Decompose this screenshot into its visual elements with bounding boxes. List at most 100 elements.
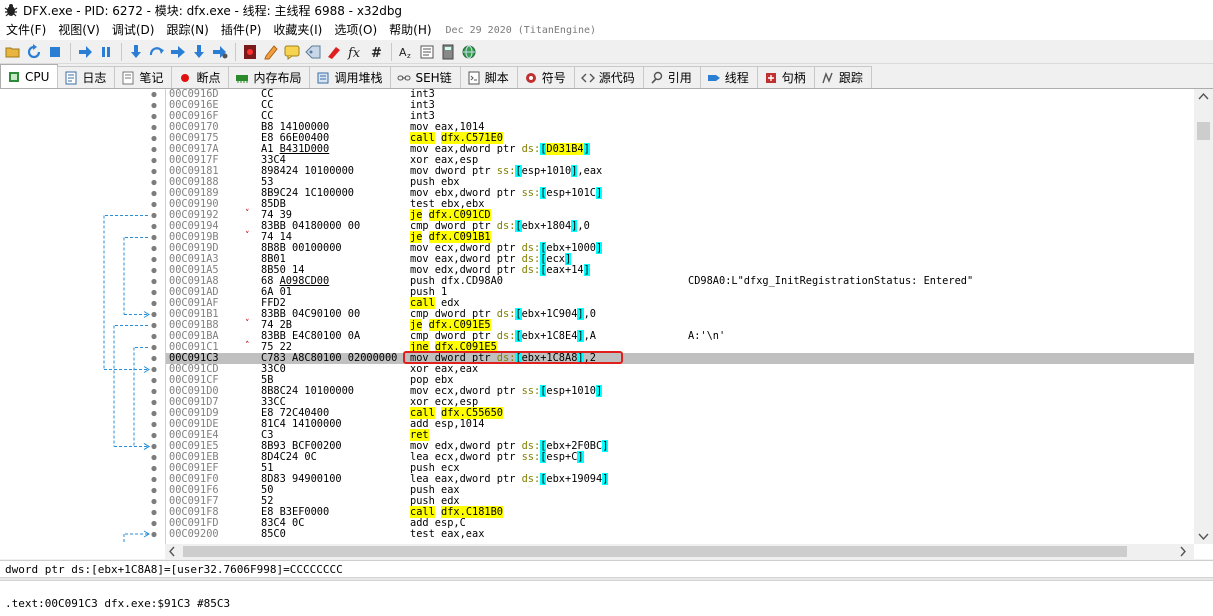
breakpoint-dot-icon[interactable] bbox=[151, 344, 157, 351]
breakpoint-dot-icon[interactable] bbox=[151, 278, 157, 285]
breakpoint-dot-icon[interactable] bbox=[151, 465, 157, 472]
menu-view[interactable]: 视图(V) bbox=[52, 20, 106, 40]
globe-icon[interactable] bbox=[459, 42, 479, 62]
instruction-row[interactable]: 00C091F7 52 push edx bbox=[166, 496, 1194, 507]
tab-log[interactable]: 日志 bbox=[57, 66, 116, 88]
instruction-row[interactable]: 00C0916E CC int3 bbox=[166, 100, 1194, 111]
tab-script[interactable]: 脚本 bbox=[459, 66, 518, 88]
pause-icon[interactable] bbox=[96, 42, 116, 62]
disassembly-pane[interactable]: 00C0916D CC int3 00C0916E CC int3 00C0916F CC in… bbox=[165, 89, 1194, 544]
patch-icon[interactable] bbox=[261, 42, 281, 62]
instruction-row[interactable]: 00C091F6 50 push eax bbox=[166, 485, 1194, 496]
instruction-row[interactable]: 00C091CD 33C0 xor eax,eax bbox=[166, 364, 1194, 375]
instruction-row[interactable]: 00C0917A A1 B431D000 mov eax,dword ptr ds:… bbox=[166, 143, 1194, 155]
tab-breakpoints[interactable]: 断点 bbox=[171, 66, 230, 88]
breakpoint-dot-icon[interactable] bbox=[151, 399, 157, 406]
horizontal-scrollbar[interactable] bbox=[165, 544, 1194, 559]
instruction-row[interactable]: 00C091BA 83BB E4C80100 0A cmp dword ptr ds… bbox=[166, 330, 1194, 342]
breakpoint-dot-icon[interactable] bbox=[151, 146, 157, 153]
menu-favourites[interactable]: 收藏夹(I) bbox=[267, 20, 328, 40]
instruction-row[interactable]: 00C091D9 E8 72C40400 call dfx.C55650 bbox=[166, 407, 1194, 419]
instruction-row[interactable]: 00C09170 B8 14100000 mov eax,1014 bbox=[166, 122, 1194, 133]
vertical-scrollbar[interactable] bbox=[1194, 89, 1213, 544]
breakpoint-dot-icon[interactable] bbox=[151, 102, 157, 109]
run-to-cursor-icon[interactable] bbox=[210, 42, 230, 62]
instruction-row[interactable]: 00C091FD 83C4 0C add esp,C bbox=[166, 518, 1194, 529]
strings-icon[interactable] bbox=[417, 42, 437, 62]
label-icon[interactable] bbox=[303, 42, 323, 62]
instruction-row[interactable]: 00C091D7 33CC xor ecx,esp bbox=[166, 397, 1194, 408]
instruction-row[interactable]: 00C091E4 C3 ret bbox=[166, 429, 1194, 441]
instruction-row[interactable]: 00C0916D CC int3 bbox=[166, 89, 1194, 100]
breakpoint-dot-icon[interactable] bbox=[151, 388, 157, 395]
breakpoint-dot-icon[interactable] bbox=[151, 377, 157, 384]
tab-trace[interactable]: 跟踪 bbox=[813, 66, 872, 88]
open-icon[interactable] bbox=[3, 42, 23, 62]
function-icon[interactable]: fx bbox=[345, 42, 365, 62]
instruction-row[interactable]: 00C09175 E8 66E00400 call dfx.C571E0 bbox=[166, 132, 1194, 144]
instruction-row[interactable]: 00C091EF 51 push ecx bbox=[166, 463, 1194, 474]
instruction-row[interactable]: 00C09194 83BB 04180000 00 cmp dword ptr ds… bbox=[166, 220, 1194, 232]
instruction-row[interactable]: 00C0919B 74 14 je dfx.C091B1 bbox=[166, 231, 1194, 243]
instruction-row[interactable]: 00C091D0 8B8C24 10100000 mov ecx,dword ptr… bbox=[166, 385, 1194, 397]
breakpoint-dot-icon[interactable] bbox=[151, 366, 157, 373]
breakpoint-dot-icon[interactable] bbox=[151, 432, 157, 439]
instruction-row[interactable]: 00C091AF FFD2 call edx bbox=[166, 297, 1194, 309]
breakpoint-dot-icon[interactable] bbox=[151, 267, 157, 274]
breakpoint-dot-icon[interactable] bbox=[151, 289, 157, 296]
stop-icon[interactable] bbox=[45, 42, 65, 62]
breakpoint-dot-icon[interactable] bbox=[151, 168, 157, 175]
breakpoint-dot-icon[interactable] bbox=[151, 190, 157, 197]
instruction-row[interactable]: 00C091C1 75 22 jne dfx.C091E5 bbox=[166, 341, 1194, 353]
menu-trace[interactable]: 跟踪(N) bbox=[160, 20, 214, 40]
breakpoint-icon[interactable] bbox=[240, 42, 260, 62]
instruction-row[interactable]: 00C0919D 8B8B 00100000 mov ecx,dword ptr d… bbox=[166, 242, 1194, 254]
menu-help[interactable]: 帮助(H) bbox=[383, 20, 437, 40]
menu-plugins[interactable]: 插件(P) bbox=[215, 20, 268, 40]
step-into-icon[interactable] bbox=[126, 42, 146, 62]
breakpoint-dot-icon[interactable] bbox=[151, 179, 157, 186]
breakpoint-dot-icon[interactable] bbox=[151, 113, 157, 120]
instruction-row[interactable]: 00C09192 74 39 je dfx.C091CD bbox=[166, 209, 1194, 221]
tab-references[interactable]: 引用 bbox=[642, 66, 701, 88]
calculator-icon[interactable] bbox=[438, 42, 458, 62]
breakpoint-dot-icon[interactable] bbox=[151, 509, 157, 516]
breakpoint-dot-icon[interactable] bbox=[151, 476, 157, 483]
instruction-row[interactable]: 00C091DE 81C4 14100000 add esp,1014 bbox=[166, 419, 1194, 430]
comment-icon[interactable] bbox=[282, 42, 302, 62]
tab-cpu[interactable]: CPU bbox=[0, 64, 59, 88]
instruction-row[interactable]: 00C09190 85DB test ebx,ebx bbox=[166, 199, 1194, 210]
breakpoint-dot-icon[interactable] bbox=[151, 201, 157, 208]
instruction-row[interactable]: 00C091B1 83BB 04C90100 00 cmp dword ptr ds… bbox=[166, 308, 1194, 320]
instruction-row[interactable]: 00C0916F CC int3 bbox=[166, 111, 1194, 122]
breakpoint-dot-icon[interactable] bbox=[151, 355, 157, 362]
tab-memory-map[interactable]: 内存布局 bbox=[228, 66, 311, 88]
breakpoint-dot-icon[interactable] bbox=[151, 322, 157, 329]
hash-icon[interactable]: # bbox=[366, 42, 386, 62]
step-over-icon[interactable] bbox=[147, 42, 167, 62]
tab-threads[interactable]: 线程 bbox=[699, 66, 758, 88]
font-icon[interactable]: Az bbox=[396, 42, 416, 62]
tab-symbols[interactable]: 符号 bbox=[516, 66, 575, 88]
menu-file[interactable]: 文件(F) bbox=[0, 20, 52, 40]
instruction-row[interactable]: 00C091E5 8B93 BCF00200 mov edx,dword ptr d… bbox=[166, 440, 1194, 452]
breakpoint-dot-icon[interactable] bbox=[151, 256, 157, 263]
instruction-row[interactable]: 00C091F0 8D83 94900100 lea eax,dword ptr d… bbox=[166, 473, 1194, 485]
tab-notes[interactable]: 笔记 bbox=[114, 66, 173, 88]
instruction-row[interactable]: 00C09181 898424 10100000 mov dword ptr ss:… bbox=[166, 165, 1194, 177]
breakpoint-dot-icon[interactable] bbox=[151, 212, 157, 219]
instruction-row[interactable]: 00C09188 53 push ebx bbox=[166, 177, 1194, 188]
breakpoint-dot-icon[interactable] bbox=[151, 124, 157, 131]
breakpoint-dot-icon[interactable] bbox=[151, 443, 157, 450]
instruction-row[interactable]: 00C091EB 8D4C24 0C lea ecx,dword ptr ss:[e… bbox=[166, 451, 1194, 463]
breakpoint-dot-icon[interactable] bbox=[151, 223, 157, 230]
info-separator[interactable] bbox=[0, 577, 1213, 581]
breakpoint-dot-icon[interactable] bbox=[151, 91, 157, 98]
breakpoint-dot-icon[interactable] bbox=[151, 333, 157, 340]
instruction-row[interactable]: 00C091AD 6A 01 push 1 bbox=[166, 287, 1194, 298]
instruction-row[interactable]: 00C091A5 8B50 14 mov edx,dword ptr ds:[eax… bbox=[166, 264, 1194, 276]
instruction-row[interactable]: 00C091C3 C783 A8C80100 02000000 mov dword … bbox=[166, 352, 1194, 364]
instruction-row[interactable]: 00C091A8 68 A098CD00 push dfx.CD98A0 CD98A0… bbox=[166, 276, 1194, 287]
tab-handles[interactable]: 句柄 bbox=[756, 66, 815, 88]
breakpoint-dot-icon[interactable] bbox=[151, 311, 157, 318]
